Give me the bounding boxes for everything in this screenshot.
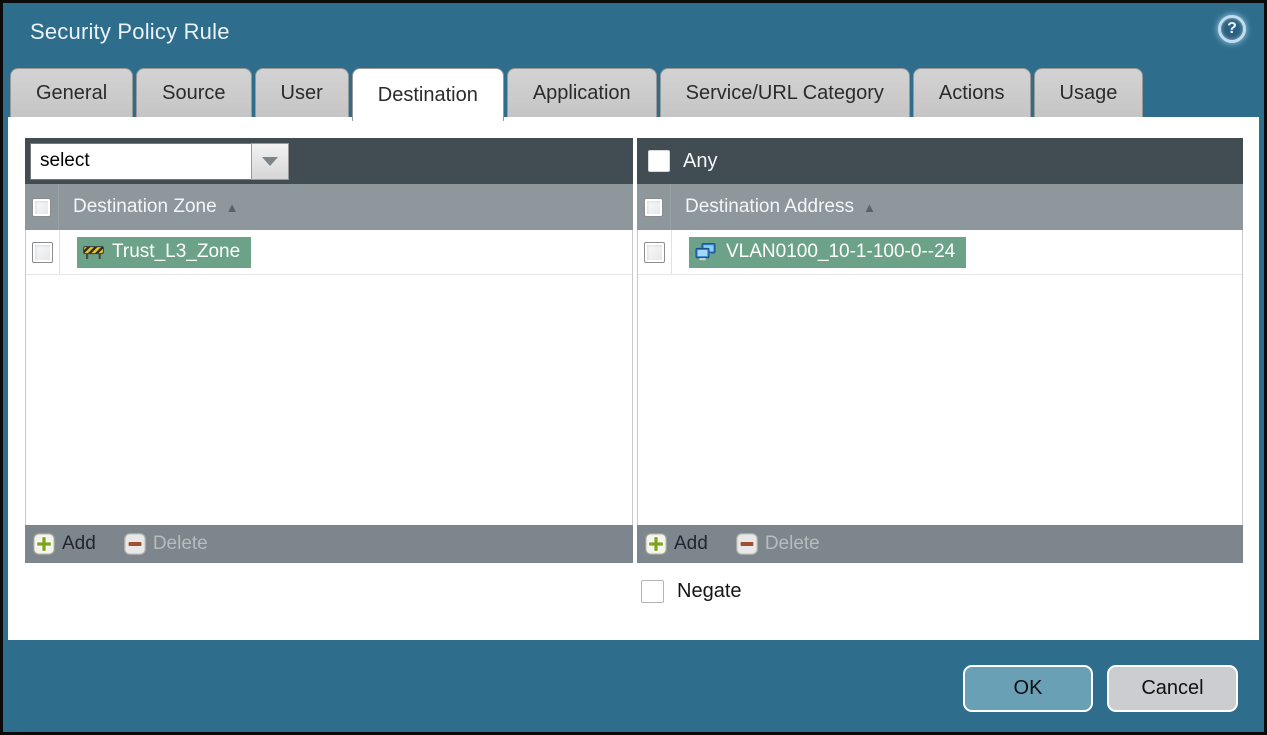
- address-column-header-row: Destination Address ▲: [637, 184, 1243, 230]
- add-zone-label: Add: [62, 533, 96, 554]
- delete-zone-label: Delete: [152, 533, 208, 554]
- delete-zone-button[interactable]: Delete: [124, 533, 208, 555]
- security-policy-rule-dialog: Security Policy Rule ? General Source Us…: [0, 0, 1267, 735]
- dropdown-button[interactable]: [251, 142, 289, 180]
- tab-usage[interactable]: Usage: [1033, 68, 1144, 117]
- add-zone-button[interactable]: Add: [33, 533, 96, 555]
- cancel-button[interactable]: Cancel: [1107, 665, 1238, 712]
- tab-service-url-category[interactable]: Service/URL Category: [659, 68, 910, 117]
- table-row: Trust_L3_Zone: [26, 230, 632, 275]
- address-chip[interactable]: VLAN0100_10-1-100-0--24: [689, 236, 967, 268]
- address-chip-label: VLAN0100_10-1-100-0--24: [726, 241, 956, 262]
- zone-chip[interactable]: Trust_L3_Zone: [77, 236, 252, 268]
- add-address-label: Add: [674, 533, 708, 554]
- destination-tab-content: Destination Zone ▲: [8, 117, 1259, 640]
- negate-label: Negate: [677, 580, 742, 602]
- tab-source[interactable]: Source: [136, 68, 252, 117]
- negate-checkbox[interactable]: [641, 580, 664, 603]
- ok-button[interactable]: OK: [963, 665, 1093, 712]
- tab-application[interactable]: Application: [506, 68, 657, 117]
- tab-actions[interactable]: Actions: [912, 68, 1031, 117]
- column-header-destination-address[interactable]: Destination Address: [685, 196, 854, 218]
- zone-panel-toolbar: [25, 138, 633, 184]
- minus-icon: [124, 533, 146, 555]
- table-row: VLAN0100_10-1-100-0--24: [638, 230, 1242, 275]
- tab-destination[interactable]: Destination: [351, 68, 504, 121]
- zone-icon: [83, 246, 104, 259]
- sort-asc-icon: ▲: [225, 199, 239, 215]
- delete-address-label: Delete: [764, 533, 820, 554]
- plus-icon: [33, 533, 55, 555]
- sort-asc-icon: ▲: [863, 199, 876, 215]
- address-list: VLAN0100_10-1-100-0--24: [637, 230, 1243, 525]
- help-icon[interactable]: ?: [1218, 15, 1246, 43]
- zone-chip-label: Trust_L3_Zone: [112, 241, 241, 262]
- any-address-label: Any: [683, 149, 718, 172]
- column-header-destination-zone[interactable]: Destination Zone: [73, 196, 217, 218]
- title-bar: Security Policy Rule ?: [3, 3, 1264, 65]
- zone-filter-combobox: [30, 142, 289, 180]
- destination-zone-panel: Destination Zone ▲: [25, 138, 633, 563]
- select-all-zones-checkbox[interactable]: [32, 197, 51, 217]
- address-panel-toolbar: Any: [637, 138, 1243, 184]
- zone-panel-footer: Add Delete: [25, 525, 633, 563]
- plus-icon: [645, 533, 667, 555]
- delete-address-button[interactable]: Delete: [736, 533, 820, 555]
- tab-user[interactable]: User: [254, 68, 349, 117]
- destination-address-panel: Any Destination Address ▲ VLAN0100_10-1-…: [637, 138, 1243, 563]
- tab-bar: General Source User Destination Applicat…: [10, 68, 1144, 121]
- zone-row-checkbox[interactable]: [32, 241, 53, 263]
- any-address-checkbox[interactable]: [648, 150, 670, 172]
- address-panel-footer: Add Delete: [637, 525, 1243, 563]
- dialog-title: Security Policy Rule: [30, 19, 230, 44]
- address-row-checkbox[interactable]: [644, 241, 665, 263]
- zone-list: Trust_L3_Zone: [25, 230, 633, 525]
- zone-filter-input[interactable]: [30, 142, 251, 180]
- add-address-button[interactable]: Add: [645, 533, 708, 555]
- select-all-addresses-checkbox[interactable]: [644, 197, 663, 217]
- chevron-down-icon: [262, 156, 278, 166]
- minus-icon: [736, 533, 758, 555]
- negate-option: Negate: [641, 580, 742, 603]
- network-address-icon: [695, 243, 716, 261]
- zone-column-header-row: Destination Zone ▲: [25, 184, 633, 230]
- tab-general[interactable]: General: [10, 68, 134, 117]
